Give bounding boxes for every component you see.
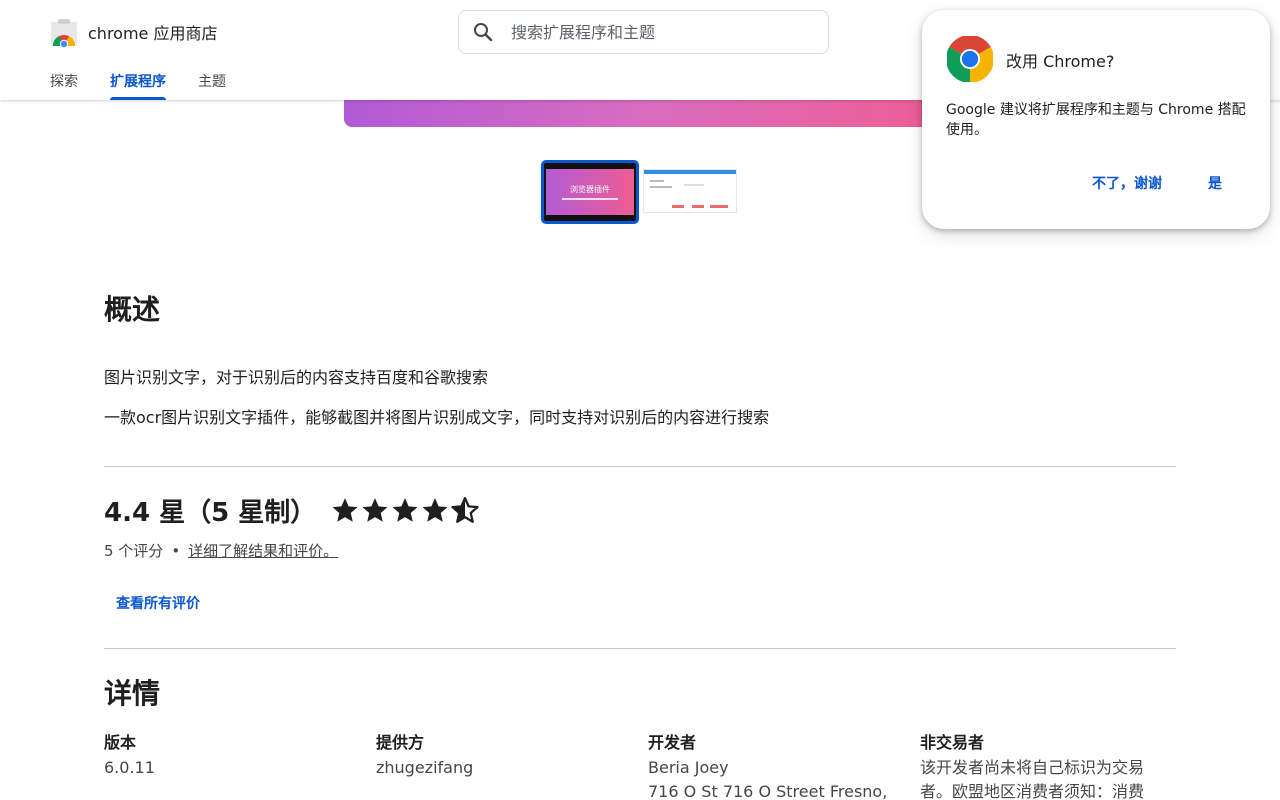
category-tabs: 探索 扩展程序 主题 bbox=[50, 66, 258, 100]
thumbnail-caption: 浏览器插件 bbox=[570, 185, 610, 194]
detail-value: 6.0.11 bbox=[104, 758, 155, 777]
star-full-icon bbox=[392, 498, 418, 522]
web-store-logo-icon bbox=[48, 16, 80, 49]
tab-themes[interactable]: 主题 bbox=[198, 66, 226, 100]
tab-discover[interactable]: 探索 bbox=[50, 66, 78, 100]
detail-label: 非交易者 bbox=[920, 733, 985, 752]
detail-developer: 开发者 Beria Joey 716 O St 716 O Street Fre… bbox=[648, 732, 898, 800]
star-full-icon bbox=[332, 498, 358, 522]
detail-label: 开发者 bbox=[648, 733, 697, 752]
store-name: chrome 应用商店 bbox=[88, 24, 218, 43]
detail-value: 该开发者尚未将自己标识为交易者。欧盟地区消费者须知：消费 bbox=[920, 758, 1145, 800]
detail-version: 版本 6.0.11 bbox=[104, 732, 354, 780]
detail-value: Beria Joey 716 O St 716 O Street Fresno, bbox=[648, 758, 888, 800]
rating-row: 4.4 星（5 星制） bbox=[104, 492, 480, 528]
rating-summary: 4.4 星（5 星制） bbox=[104, 497, 317, 528]
see-all-reviews-button[interactable]: 查看所有评价 bbox=[104, 588, 212, 620]
tab-extensions[interactable]: 扩展程序 bbox=[110, 66, 166, 100]
overview-description: 一款ocr图片识别文字插件，能够截图并将图片识别成文字，同时支持对识别后的内容进… bbox=[104, 408, 770, 427]
screenshot-thumbnail-1[interactable]: 浏览器插件 bbox=[541, 160, 639, 224]
switch-to-chrome-dialog: 改用 Chrome? Google 建议将扩展程序和主题与 Chrome 搭配使… bbox=[922, 10, 1270, 229]
dialog-title: 改用 Chrome? bbox=[1006, 52, 1115, 71]
chrome-logo-icon bbox=[947, 36, 993, 82]
star-full-icon bbox=[362, 498, 388, 522]
rating-stars bbox=[330, 495, 480, 525]
screenshot-banner bbox=[344, 100, 936, 127]
section-divider bbox=[104, 466, 1176, 467]
overview-summary: 图片识别文字，对于识别后的内容支持百度和谷歌搜索 bbox=[104, 368, 489, 387]
screenshot-thumbnail-2[interactable] bbox=[643, 169, 737, 213]
thumbnail-subline bbox=[562, 198, 618, 200]
detail-non-trader: 非交易者 该开发者尚未将自己标识为交易者。欧盟地区消费者须知：消费 bbox=[920, 732, 1148, 800]
separator-dot: • bbox=[171, 541, 181, 560]
search-input[interactable] bbox=[511, 22, 811, 42]
detail-label: 版本 bbox=[104, 733, 137, 752]
details-heading: 详情 bbox=[104, 677, 161, 710]
detail-offered-by: 提供方 zhugezifang bbox=[376, 732, 626, 780]
detail-label: 提供方 bbox=[376, 733, 425, 752]
search-box[interactable] bbox=[458, 10, 829, 54]
rating-meta: 5 个评分 • 详细了解结果和评价。 bbox=[104, 540, 338, 561]
learn-more-link[interactable]: 详细了解结果和评价。 bbox=[188, 540, 338, 561]
no-thanks-button[interactable]: 不了，谢谢 bbox=[1080, 172, 1174, 196]
rating-count: 5 个评分 bbox=[104, 542, 164, 560]
star-full-icon bbox=[422, 498, 448, 522]
detail-value: zhugezifang bbox=[376, 758, 474, 777]
store-brand[interactable]: chrome 应用商店 bbox=[48, 16, 218, 49]
yes-button[interactable]: 是 bbox=[1196, 172, 1234, 196]
screenshot-thumbnails: 浏览器插件 bbox=[541, 160, 737, 224]
overview-heading: 概述 bbox=[104, 293, 161, 326]
dialog-body: Google 建议将扩展程序和主题与 Chrome 搭配使用。 bbox=[946, 102, 1246, 138]
search-icon bbox=[471, 20, 495, 44]
star-half-icon bbox=[451, 497, 479, 523]
section-divider bbox=[104, 648, 1176, 649]
